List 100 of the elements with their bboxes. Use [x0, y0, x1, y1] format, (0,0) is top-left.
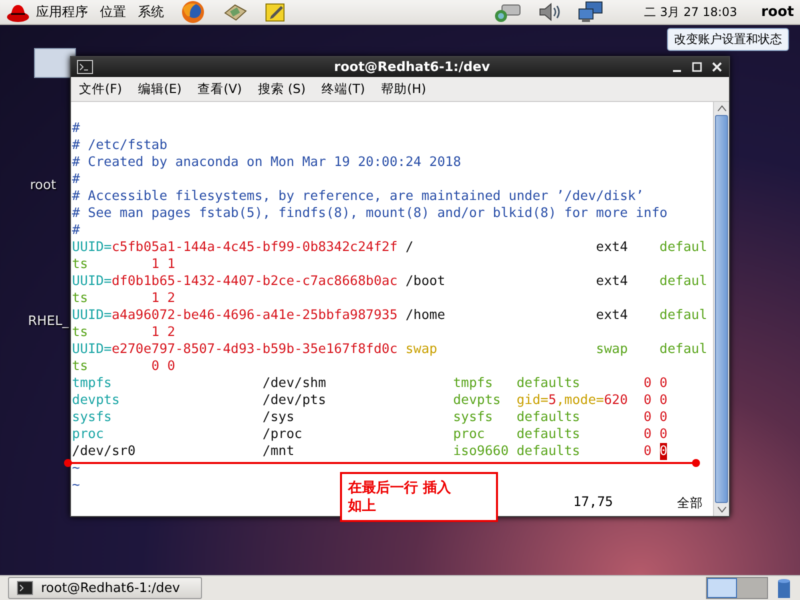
config-text: ext4 — [596, 273, 628, 290]
user-menu[interactable]: root — [761, 4, 794, 20]
maximize-icon[interactable] — [691, 61, 703, 73]
config-text: UUID= — [72, 273, 112, 290]
globe-icon[interactable] — [180, 0, 206, 24]
config-text: proc — [453, 426, 485, 443]
workspace[interactable] — [707, 578, 737, 598]
config-text: /boot — [405, 273, 446, 290]
close-icon[interactable] — [711, 61, 723, 73]
config-text: 1 2 — [151, 290, 176, 307]
empty-line-marker: ~ — [72, 477, 80, 494]
config-text: defaul — [660, 341, 708, 358]
config-text: /dev/shm — [262, 375, 326, 392]
config-text: iso9660 — [453, 443, 509, 460]
menu-item[interactable]: 应用程序 — [36, 3, 88, 21]
config-text: ext4 — [596, 239, 628, 256]
terminal-icon — [77, 60, 93, 74]
config-text: /proc — [262, 426, 302, 443]
window-title: root@Redhat6-1:/dev — [333, 60, 491, 74]
annotation-text: 在最后一行 插入 — [348, 479, 451, 497]
notepad-pencil-icon[interactable] — [264, 1, 286, 23]
config-text: 1 2 — [151, 324, 176, 341]
menu-item[interactable]: 帮助(H) — [380, 80, 426, 98]
config-text: UUID= — [72, 341, 112, 358]
config-text: swap — [596, 341, 628, 358]
config-text: tmpfs — [72, 375, 112, 392]
config-text: ext4 — [596, 307, 628, 324]
comment-text: # — [72, 120, 80, 137]
config-text: 0 0 — [644, 426, 668, 443]
config-text: swap — [405, 341, 438, 358]
config-text: 0 — [644, 443, 652, 460]
scrollbar-thumb[interactable] — [715, 115, 728, 503]
menu-item[interactable]: 搜索 (S) — [258, 80, 306, 98]
config-text: defaults — [516, 375, 580, 392]
config-text: UUID= — [72, 307, 112, 324]
config-text: 0 0 — [151, 358, 176, 375]
tooltip: 改变账户设置和状态 — [667, 28, 789, 51]
workspace-switcher[interactable] — [706, 577, 768, 599]
config-text: 5 — [548, 392, 556, 409]
speaker-icon[interactable] — [538, 1, 562, 23]
config-text: defaults — [516, 409, 580, 426]
config-text: /mnt — [262, 443, 294, 460]
config-text: UUID= — [72, 239, 112, 256]
empty-line-marker: ~ — [72, 460, 80, 477]
config-text: tmpfs — [453, 375, 493, 392]
comment-text: # — [72, 222, 80, 239]
config-text: / — [405, 239, 414, 256]
config-text: ts — [72, 290, 88, 307]
config-text: defaul — [660, 307, 708, 324]
comment-text: # Accessible filesystems, by reference, are maintained under ’/dev/disk’ — [72, 188, 644, 205]
taskbar-button[interactable]: root@Redhat6-1:/dev — [8, 577, 202, 599]
menu-item[interactable]: 查看(V) — [198, 80, 242, 98]
desktop-icon[interactable] — [34, 48, 76, 78]
trash-icon[interactable] — [776, 577, 792, 599]
config-text: /dev/sr0 — [72, 443, 136, 460]
terminal-icon — [17, 581, 33, 595]
config-text: sysfs — [72, 409, 112, 426]
annotation-text: 如上 — [348, 497, 376, 515]
scroll-position: 全部 — [677, 494, 703, 511]
config-text: devpts — [453, 392, 501, 409]
config-text: ts — [72, 358, 88, 375]
config-text: sysfs — [453, 409, 493, 426]
config-text: /dev/pts — [262, 392, 326, 409]
config-text: 0 0 — [644, 375, 668, 392]
config-text: 0 0 — [644, 409, 668, 426]
network-computers-icon[interactable] — [578, 1, 604, 23]
desktop-icon-label[interactable]: root — [30, 178, 56, 193]
config-text: 1 1 — [151, 256, 176, 273]
config-text: defaul — [660, 239, 708, 256]
config-text: /sys — [262, 409, 294, 426]
config-text: 620 — [604, 392, 628, 409]
comment-text: # Created by anaconda on Mon Mar 19 20:00:24 2018 — [72, 154, 462, 171]
config-text: proc — [72, 426, 104, 443]
config-text: /home — [405, 307, 446, 324]
config-text: e270e797-8507-4d93-b59b-35e167f8fd0c — [112, 341, 398, 358]
config-text: df0b1b65-1432-4407-b2ce-c7ac8668b0ac — [112, 273, 398, 290]
config-text: ts — [72, 256, 88, 273]
config-text: ,mode= — [556, 392, 604, 409]
comment-text: # /etc/fstab — [72, 137, 168, 154]
config-text: devpts — [72, 392, 120, 409]
config-text: a4a96072-be46-4696-a41e-25bbfa987935 — [112, 307, 398, 324]
menu-item[interactable]: 编辑(E) — [138, 80, 182, 98]
config-text: defaults — [516, 443, 580, 460]
menu-item[interactable]: 系统 — [138, 3, 164, 21]
comment-text: # See man pages fstab(5), findfs(8), mount(8) and/or blkid(8) for more info — [72, 205, 668, 222]
clock[interactable]: 二 3月 27 18:03 — [644, 4, 738, 20]
config-text: defaults — [516, 426, 580, 443]
config-text: ts — [72, 324, 88, 341]
comment-text: # — [72, 171, 80, 188]
config-text: 0 0 — [644, 392, 668, 409]
desktop-icon-label[interactable]: RHEL_ — [28, 314, 69, 329]
config-text: c5fb05a1-144a-4c45-bf99-0b8342c24f2f — [112, 239, 398, 256]
config-text: defaul — [660, 273, 708, 290]
scrollbar[interactable] — [713, 102, 729, 516]
config-text: gid= — [516, 392, 548, 409]
menu-item[interactable]: 终端(T) — [322, 80, 365, 98]
menu-item[interactable]: 位置 — [100, 3, 126, 21]
menu-item[interactable]: 文件(F) — [79, 80, 122, 98]
cursor: 0 — [660, 443, 668, 460]
cursor-position: 17,75 — [573, 494, 613, 511]
